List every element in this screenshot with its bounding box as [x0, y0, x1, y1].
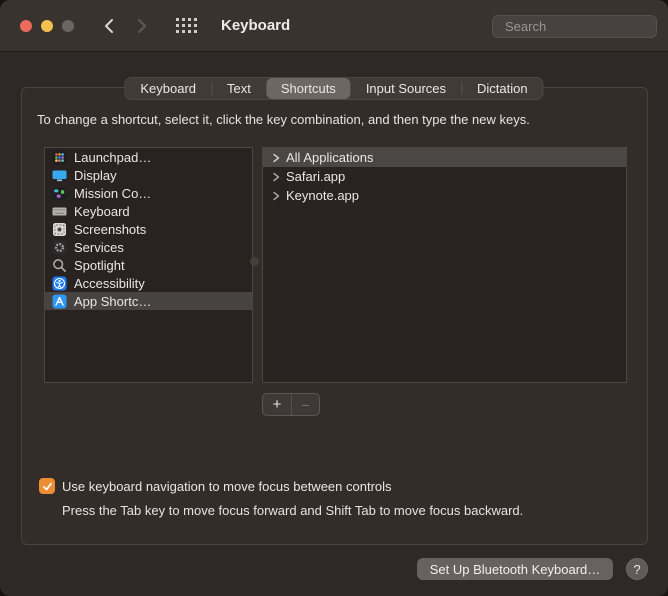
show-all-preferences-button[interactable]	[176, 18, 199, 38]
list-item-all-applications[interactable]: All Applications	[263, 148, 626, 167]
sidebar-item-label: Display	[74, 167, 117, 183]
sidebar-item-launchpad[interactable]: Launchpad…	[45, 148, 252, 166]
list-item-label: All Applications	[286, 150, 374, 165]
list-item-safari[interactable]: Safari.app	[263, 167, 626, 186]
keyboard-icon	[52, 204, 67, 219]
keyboard-navigation-checkbox[interactable]	[39, 478, 55, 494]
chevron-right-icon	[138, 19, 146, 33]
sidebar-item-app-shortcuts[interactable]: App Shortc…	[45, 292, 252, 310]
close-window-button[interactable]	[20, 20, 32, 32]
tab-keyboard[interactable]: Keyboard	[125, 78, 211, 99]
sidebar-item-label: Spotlight	[74, 257, 125, 273]
sidebar-item-label: Launchpad…	[74, 149, 152, 165]
sidebar-item-label: Accessibility	[74, 275, 145, 291]
tab-dictation[interactable]: Dictation	[462, 78, 543, 99]
tab-bar: Keyboard Text Shortcuts Input Sources Di…	[124, 77, 544, 100]
sidebar-item-mission-control[interactable]: Mission Co…	[45, 184, 252, 202]
minimize-window-button[interactable]	[41, 20, 53, 32]
zoom-window-button[interactable]	[62, 20, 74, 32]
checkmark-icon	[42, 482, 52, 490]
sidebar-item-services[interactable]: Services	[45, 238, 252, 256]
mission-control-icon	[52, 186, 67, 201]
launchpad-icon	[52, 150, 67, 165]
disclosure-chevron-icon[interactable]	[272, 191, 286, 201]
services-gear-icon	[52, 240, 67, 255]
add-remove-control: + −	[262, 393, 320, 416]
display-icon	[52, 168, 67, 183]
page-title: Keyboard	[221, 17, 291, 34]
shortcut-category-list: Launchpad… Display Mission Co… Keyboard	[44, 147, 253, 383]
sidebar-item-spotlight[interactable]: Spotlight	[45, 256, 252, 274]
sidebar-item-label: Keyboard	[74, 203, 130, 219]
keyboard-preferences-window: Keyboard Keyboard Text Shortcuts Input S…	[0, 0, 668, 596]
screenshots-icon	[52, 222, 67, 237]
instruction-text: To change a shortcut, select it, click t…	[37, 112, 530, 127]
sidebar-item-accessibility[interactable]: Accessibility	[45, 274, 252, 292]
back-button[interactable]	[100, 17, 118, 35]
disclosure-chevron-icon[interactable]	[272, 153, 286, 163]
scrollbar-thumb[interactable]	[250, 257, 259, 266]
keyboard-navigation-row: Use keyboard navigation to move focus be…	[39, 478, 392, 494]
setup-bluetooth-keyboard-button[interactable]: Set Up Bluetooth Keyboard…	[417, 558, 613, 580]
forward-button[interactable]	[133, 17, 151, 35]
search-input[interactable]	[505, 19, 668, 34]
sidebar-item-screenshots[interactable]: Screenshots	[45, 220, 252, 238]
help-button[interactable]: ?	[626, 558, 648, 580]
sidebar-item-keyboard[interactable]: Keyboard	[45, 202, 252, 220]
app-shortcuts-icon	[52, 294, 67, 309]
tab-text[interactable]: Text	[212, 78, 266, 99]
checkbox-label: Use keyboard navigation to move focus be…	[62, 478, 392, 494]
title-bar: Keyboard	[0, 0, 668, 52]
tab-shortcuts[interactable]: Shortcuts	[265, 78, 351, 99]
checkbox-hint-text: Press the Tab key to move focus forward …	[62, 503, 524, 518]
accessibility-icon	[52, 276, 67, 291]
chevron-left-icon	[105, 19, 113, 33]
grid-icon	[176, 18, 197, 33]
disclosure-chevron-icon[interactable]	[272, 172, 286, 182]
sidebar-item-label: Screenshots	[74, 221, 147, 237]
spotlight-magnifier-icon	[52, 258, 67, 273]
add-shortcut-button[interactable]: +	[263, 394, 291, 415]
sidebar-item-label: Services	[74, 239, 124, 255]
sidebar-item-label: Mission Co…	[74, 185, 152, 201]
remove-shortcut-button[interactable]: −	[291, 394, 319, 415]
sidebar-item-display[interactable]: Display	[45, 166, 252, 184]
list-item-label: Safari.app	[286, 169, 346, 184]
sidebar-item-label: App Shortc…	[74, 293, 152, 309]
list-item-keynote[interactable]: Keynote.app	[263, 186, 626, 205]
tab-input-sources[interactable]: Input Sources	[351, 78, 461, 99]
list-item-label: Keynote.app	[286, 188, 360, 203]
shortcut-detail-list: All Applications Safari.app Keynote.app	[262, 147, 627, 383]
search-field[interactable]	[492, 15, 668, 38]
